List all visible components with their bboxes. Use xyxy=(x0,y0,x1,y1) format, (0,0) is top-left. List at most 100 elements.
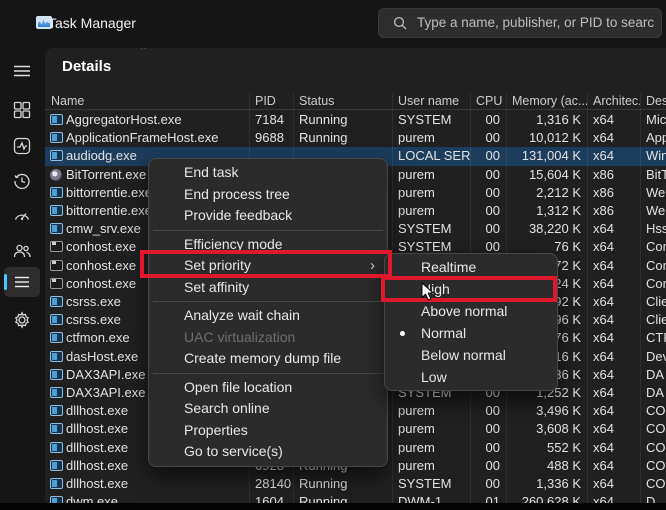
cell-col-description: DA xyxy=(640,366,666,384)
cell-col-cpu: 01 xyxy=(470,493,506,503)
cell-col-user-name: purem xyxy=(392,439,470,457)
app-process-icon xyxy=(50,332,63,343)
sidebar-item-services[interactable] xyxy=(13,311,31,329)
cell-col-user-name: SYSTEM xyxy=(392,220,470,238)
menu-item-set-affinity[interactable]: Set affinity xyxy=(149,277,387,299)
cell-col-user-name: purem xyxy=(392,457,470,475)
cell-col-user-name: SYSTEM xyxy=(392,475,470,493)
cell-col-architecture: x64 xyxy=(587,475,640,493)
menu-item-open-file-location[interactable]: Open file location xyxy=(149,377,387,399)
cell-col-description: CO xyxy=(640,420,666,438)
submenu-item-below-normal[interactable]: Below normal xyxy=(385,344,557,366)
cell-col-memory: 2,212 K xyxy=(506,184,587,202)
hamburger-menu-icon[interactable] xyxy=(13,62,31,80)
cell-col-cpu: 00 xyxy=(470,439,506,457)
cell-col-description: Con xyxy=(640,275,666,293)
search-placeholder: Type a name, publisher, or PID to search xyxy=(417,9,655,37)
submenu-item-realtime[interactable]: Realtime xyxy=(385,256,557,278)
cell-col-description: Clie xyxy=(640,311,666,329)
menu-item-provide-feedback[interactable]: Provide feedback xyxy=(149,205,387,227)
column-header-col-cpu[interactable]: CPU xyxy=(470,93,506,109)
bittorrent-process-icon xyxy=(50,169,62,181)
app-process-icon xyxy=(50,150,63,161)
cell-col-user-name: purem xyxy=(392,166,470,184)
search-icon xyxy=(393,16,407,35)
cell-col-architecture: x64 xyxy=(587,348,640,366)
cell-col-architecture: x64 xyxy=(587,384,640,402)
process-name: dwm.exe xyxy=(66,493,249,503)
menu-item-end-process-tree[interactable]: End process tree xyxy=(149,184,387,206)
sidebar-item-details[interactable] xyxy=(13,273,31,291)
app-process-icon xyxy=(50,478,63,489)
cell-col-cpu: 00 xyxy=(470,147,506,165)
table-row[interactable]: AggregatorHost.exe7184RunningSYSTEM001,3… xyxy=(45,111,666,129)
sidebar-selected-indicator xyxy=(4,274,7,290)
cell-col-cpu: 00 xyxy=(470,202,506,220)
cell-col-memory: 10,012 K xyxy=(506,129,587,147)
menu-item-end-task[interactable]: End task xyxy=(149,162,387,184)
process-name: dllhost.exe xyxy=(66,475,249,493)
cell-col-cpu: 00 xyxy=(470,457,506,475)
cell-col-architecture: x86 xyxy=(587,166,640,184)
cell-col-memory: 552 K xyxy=(506,439,587,457)
submenu-item-above-normal[interactable]: Above normal xyxy=(385,300,557,322)
cell-col-description: Win xyxy=(640,147,666,165)
column-header-col-user-name[interactable]: User name xyxy=(392,93,470,109)
sidebar xyxy=(0,48,45,510)
table-row[interactable]: dllhost.exe28140RunningSYSTEM001,336 Kx6… xyxy=(45,475,666,493)
column-header-col-pid[interactable]: PID xyxy=(249,93,293,109)
sidebar-item-app-history[interactable] xyxy=(13,172,31,190)
cell-col-description: BitT xyxy=(640,166,666,184)
column-header-col-status[interactable]: Status xyxy=(293,93,392,109)
cell-col-cpu: 00 xyxy=(470,111,506,129)
menu-item-analyze-wait-chain[interactable]: Analyze wait chain xyxy=(149,305,387,327)
cell-col-cpu: 00 xyxy=(470,166,506,184)
cell-col-description: App xyxy=(640,129,666,147)
cell-col-description: Hss xyxy=(640,220,666,238)
sidebar-item-performance[interactable] xyxy=(13,137,31,155)
set-priority-submenu: RealtimeHighAbove normalNormalBelow norm… xyxy=(384,253,558,391)
cell-col-description: Mic xyxy=(640,111,666,129)
app-process-icon xyxy=(50,223,63,234)
sidebar-item-startup-apps[interactable] xyxy=(13,207,31,225)
cell-col-status: Running xyxy=(293,493,392,503)
submenu-item-low[interactable]: Low xyxy=(385,366,557,388)
console-process-icon xyxy=(50,260,63,271)
cell-col-status: Running xyxy=(293,111,392,129)
search-input[interactable]: Type a name, publisher, or PID to search xyxy=(378,8,662,38)
cell-col-name: ApplicationFrameHost.exe xyxy=(45,129,249,147)
cell-col-description: Dev xyxy=(640,348,666,366)
cell-col-cpu: 00 xyxy=(470,220,506,238)
cell-col-architecture: x86 xyxy=(587,202,640,220)
app-process-icon xyxy=(50,496,63,503)
table-row[interactable]: ApplicationFrameHost.exe9688Runningpurem… xyxy=(45,129,666,147)
column-header-col-architecture[interactable]: Architec... xyxy=(587,93,640,109)
submenu-item-normal[interactable]: Normal xyxy=(385,322,557,344)
cell-col-user-name: SYSTEM xyxy=(392,111,470,129)
menu-item-properties[interactable]: Properties xyxy=(149,420,387,442)
cell-col-user-name: LOCAL SER... xyxy=(392,147,470,165)
sidebar-item-processes[interactable] xyxy=(13,101,31,119)
sidebar-item-users[interactable] xyxy=(13,242,31,260)
menu-separator xyxy=(153,230,383,231)
cell-col-description: CO xyxy=(640,439,666,457)
menu-item-go-to-service-s-[interactable]: Go to service(s) xyxy=(149,441,387,463)
column-header-col-name[interactable]: Name xyxy=(45,93,249,109)
app-process-icon xyxy=(50,442,63,453)
cell-col-architecture: x64 xyxy=(587,147,640,165)
annotation-box-high xyxy=(381,276,557,302)
cell-col-description: Web xyxy=(640,202,666,220)
cell-col-architecture: x64 xyxy=(587,238,640,256)
app-process-icon xyxy=(50,405,63,416)
window-title: Task Manager xyxy=(48,0,136,48)
table-header: NamePIDStatusUser nameCPUMemory (ac...Ar… xyxy=(45,93,666,110)
cell-col-status: Running xyxy=(293,129,392,147)
menu-item-search-online[interactable]: Search online xyxy=(149,398,387,420)
process-name: ApplicationFrameHost.exe xyxy=(66,129,249,147)
menu-item-create-memory-dump-file[interactable]: Create memory dump file xyxy=(149,348,387,370)
annotation-box-set-priority xyxy=(140,250,392,278)
cell-col-cpu: 00 xyxy=(470,129,506,147)
table-row[interactable]: dwm.exe1604RunningDWM-101260,628 Kx64D xyxy=(45,493,666,503)
column-header-col-description[interactable]: Des... xyxy=(640,93,666,109)
column-header-col-memory[interactable]: Memory (ac... xyxy=(506,93,587,109)
